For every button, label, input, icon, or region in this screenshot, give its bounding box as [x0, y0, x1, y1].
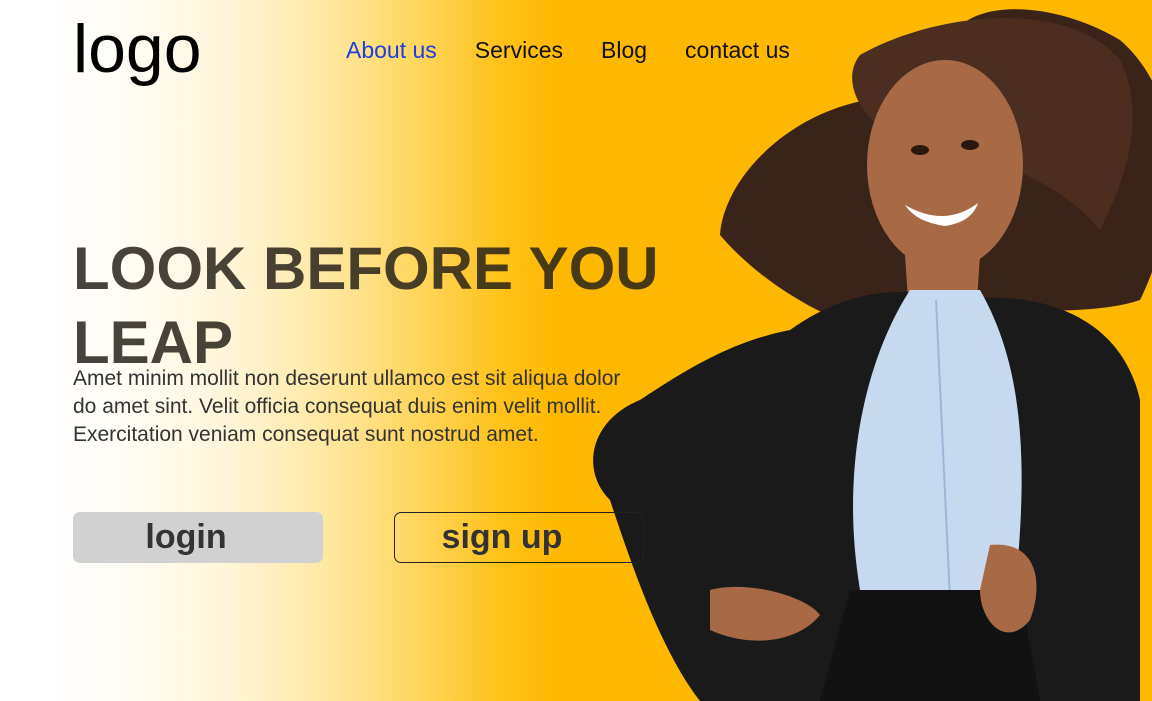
nav-services[interactable]: Services — [475, 34, 563, 66]
hero-body-text: Amet minim mollit non deserunt ullamco e… — [73, 367, 621, 446]
face-shape — [867, 60, 1023, 270]
signup-button[interactable]: sign up — [394, 512, 644, 563]
landing-page: logo About us Services Blog contact us L… — [0, 0, 1152, 701]
nav-about-us[interactable]: About us — [346, 34, 437, 66]
login-button[interactable]: login — [73, 512, 323, 563]
hero-headline: LOOK BEFORE YOU LEAP — [73, 235, 659, 376]
logo[interactable]: logo — [73, 6, 202, 92]
